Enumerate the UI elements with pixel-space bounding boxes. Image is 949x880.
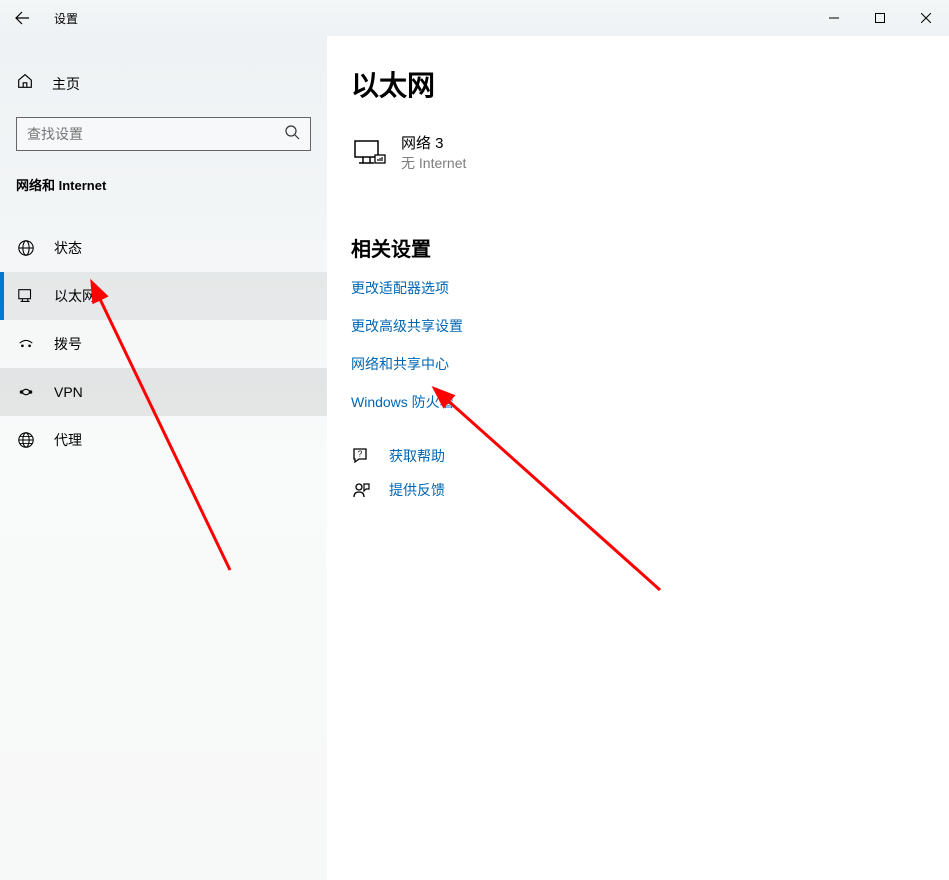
related-settings-title: 相关设置 xyxy=(351,233,925,262)
network-entry[interactable]: 网络 3 无 Internet xyxy=(351,132,925,173)
main-area: 主页 网络和 Internet 状态 以太网 xyxy=(0,36,949,880)
maximize-button[interactable] xyxy=(857,0,903,36)
sidebar-item-label: 以太网 xyxy=(54,286,96,306)
help-section: ? 获取帮助 提供反馈 xyxy=(351,446,925,500)
home-label: 主页 xyxy=(52,74,80,94)
home-button[interactable]: 主页 xyxy=(0,64,327,103)
maximize-icon xyxy=(875,13,885,23)
vpn-icon xyxy=(16,382,36,402)
titlebar-left: 设置 xyxy=(12,8,78,28)
window-title: 设置 xyxy=(54,10,78,27)
sidebar-item-dialup[interactable]: 拨号 xyxy=(0,320,327,368)
ethernet-icon xyxy=(16,286,36,306)
back-button[interactable] xyxy=(12,8,32,28)
search-box[interactable] xyxy=(16,117,311,151)
link-adapter-options[interactable]: 更改适配器选项 xyxy=(351,278,925,298)
sidebar-item-label: VPN xyxy=(54,384,83,400)
window-controls xyxy=(811,0,949,36)
sidebar-item-proxy[interactable]: 代理 xyxy=(0,416,327,464)
close-icon xyxy=(921,13,931,23)
network-status: 无 Internet xyxy=(401,153,466,173)
feedback-row[interactable]: 提供反馈 xyxy=(351,480,925,500)
search-icon xyxy=(284,124,300,145)
link-windows-firewall[interactable]: Windows 防火墙 xyxy=(351,392,925,412)
link-network-sharing-center[interactable]: 网络和共享中心 xyxy=(351,354,925,374)
network-monitor-icon xyxy=(351,135,387,171)
get-help-link[interactable]: 获取帮助 xyxy=(389,446,445,466)
content: 以太网 网络 3 无 Internet 相关设置 更改适配器选项 更改高级共享设… xyxy=(327,36,949,880)
sidebar-item-ethernet[interactable]: 以太网 xyxy=(0,272,327,320)
minimize-icon xyxy=(829,13,839,23)
link-advanced-sharing[interactable]: 更改高级共享设置 xyxy=(351,316,925,336)
proxy-icon xyxy=(16,430,36,450)
close-button[interactable] xyxy=(903,0,949,36)
sidebar-item-label: 代理 xyxy=(54,430,82,450)
page-title: 以太网 xyxy=(351,64,925,104)
status-icon xyxy=(16,238,36,258)
back-arrow-icon xyxy=(14,10,30,26)
search-input[interactable] xyxy=(27,126,284,142)
sidebar-item-label: 拨号 xyxy=(54,334,82,354)
nav-list: 状态 以太网 拨号 VPN xyxy=(0,224,327,464)
minimize-button[interactable] xyxy=(811,0,857,36)
network-text: 网络 3 无 Internet xyxy=(401,132,466,173)
get-help-row[interactable]: ? 获取帮助 xyxy=(351,446,925,466)
sidebar-item-status[interactable]: 状态 xyxy=(0,224,327,272)
titlebar: 设置 xyxy=(0,0,949,36)
sidebar: 主页 网络和 Internet 状态 以太网 xyxy=(0,36,327,880)
sidebar-item-label: 状态 xyxy=(54,238,82,258)
network-name: 网络 3 xyxy=(401,132,466,153)
feedback-icon xyxy=(351,480,371,500)
section-title: 网络和 Internet xyxy=(0,151,327,204)
help-icon: ? xyxy=(351,446,371,466)
home-icon xyxy=(16,72,34,95)
feedback-link[interactable]: 提供反馈 xyxy=(389,480,445,500)
svg-text:?: ? xyxy=(358,450,363,459)
dialup-icon xyxy=(16,334,36,354)
sidebar-item-vpn[interactable]: VPN xyxy=(0,368,327,416)
